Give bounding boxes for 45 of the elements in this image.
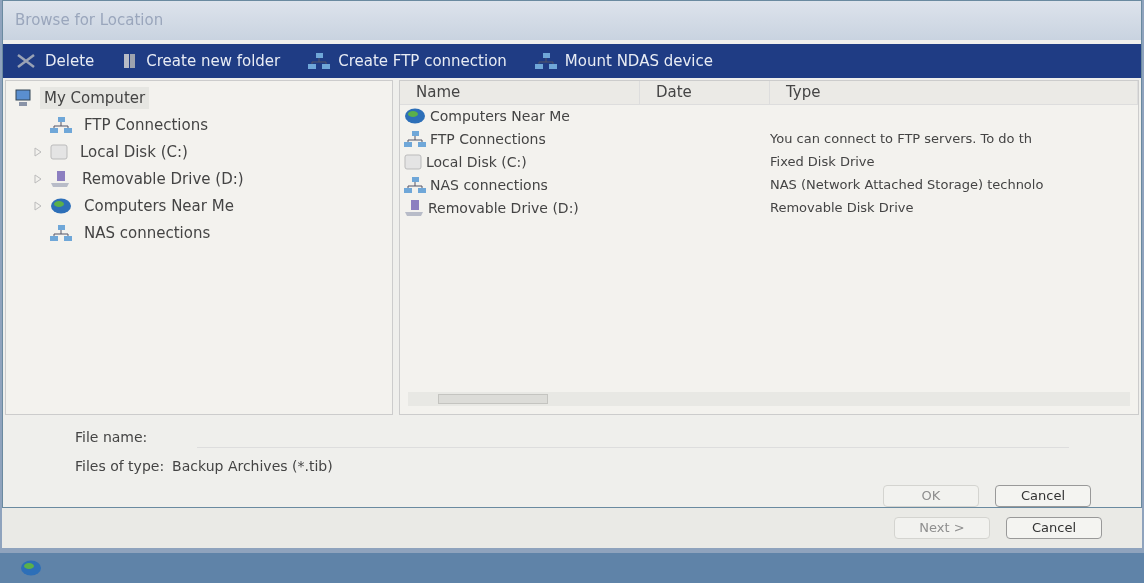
toolbar-button[interactable]: Mount NDAS device: [564, 49, 713, 73]
field-label: Files of type:: [75, 457, 165, 476]
file-name-cell[interactable]: Computers Near Me: [430, 105, 570, 127]
toolbar-button[interactable]: Create new folder: [146, 49, 281, 73]
globe-icon: [50, 198, 72, 215]
network-icon: [308, 52, 331, 69]
tree-item[interactable]: FTP Connections: [80, 113, 213, 137]
dialog-button[interactable]: Cancel: [1006, 517, 1102, 539]
tree-item[interactable]: Local Disk (C:): [76, 140, 192, 164]
tree-item[interactable]: My Computer: [40, 86, 150, 110]
toolbar-button[interactable]: Delete: [45, 49, 95, 73]
toolbar-button[interactable]: Create FTP connection: [338, 49, 507, 73]
tree-item[interactable]: NAS connections: [80, 221, 215, 245]
expand-arrow-icon[interactable]: [34, 201, 42, 212]
expand-arrow-icon[interactable]: [34, 174, 42, 185]
drive-icon: [404, 200, 424, 217]
network-icon: [50, 117, 72, 134]
expand-arrow-icon[interactable]: [34, 147, 42, 158]
file-type-cell-text: Removable Disk Drive: [770, 199, 915, 218]
column-header[interactable]: Name: [400, 80, 640, 104]
network-icon: [50, 225, 72, 242]
tree-item[interactable]: Computers Near Me: [80, 194, 238, 218]
globe-icon: [404, 108, 426, 125]
drive-icon: [50, 171, 70, 188]
horizontal-scrollbar[interactable]: [408, 392, 1130, 406]
network-icon: [404, 177, 426, 194]
file-name-cell[interactable]: NAS connections: [430, 174, 548, 196]
network-icon: [404, 131, 426, 148]
computer-icon: [14, 89, 32, 108]
file-name-cell[interactable]: FTP Connections: [430, 128, 546, 150]
column-header[interactable]: Type: [770, 80, 1138, 104]
file-type-cell-text: NAS (Network Attached Storage) technolo: [770, 176, 1045, 195]
file-name-cell[interactable]: Local Disk (C:): [426, 151, 527, 173]
network-icon: [534, 52, 557, 69]
window-title: Browse for Location: [15, 10, 164, 32]
cross-icon: [15, 52, 37, 69]
file-type-cell-text: Fixed Disk Drive: [770, 153, 876, 172]
file-type-cell-text: You can connect to FTP servers. To do th: [770, 130, 1033, 149]
globe-icon: [20, 560, 42, 576]
file-name-cell[interactable]: Removable Drive (D:): [428, 197, 579, 219]
dialog-button[interactable]: Cancel: [995, 485, 1091, 507]
tree-item[interactable]: Removable Drive (D:): [78, 167, 248, 191]
field-label: File name:: [75, 428, 149, 447]
file-type-value[interactable]: Backup Archives (*.tib): [172, 456, 333, 477]
column-header[interactable]: Date: [640, 80, 770, 104]
